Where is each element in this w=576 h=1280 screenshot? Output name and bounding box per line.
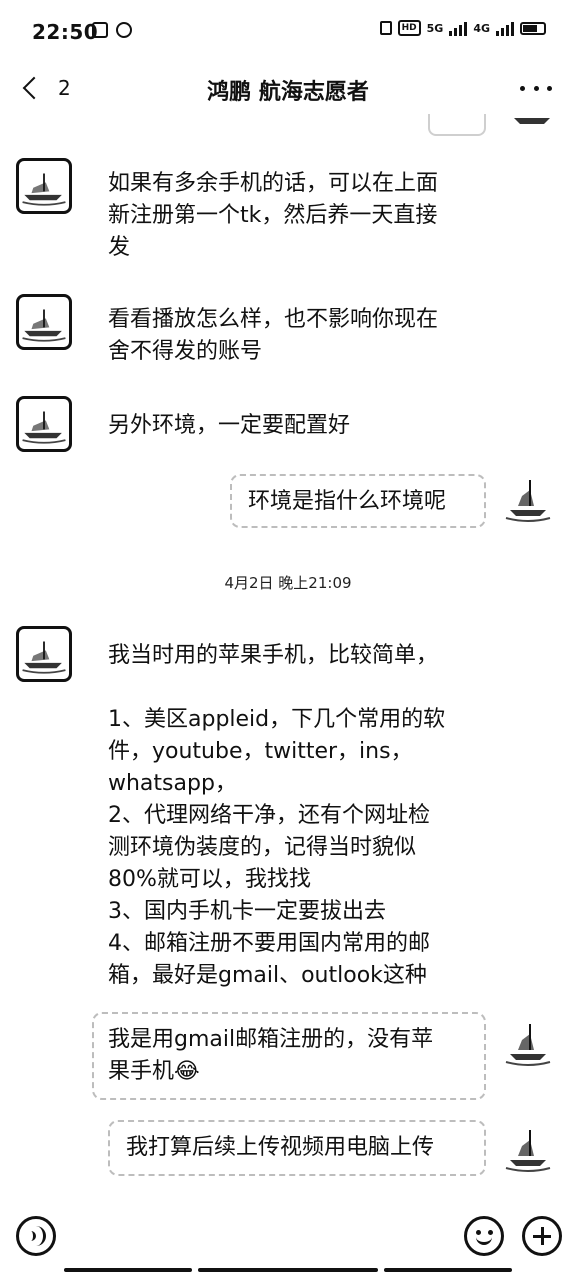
plus-button[interactable] [522, 1216, 562, 1256]
contact-avatar[interactable] [16, 626, 72, 682]
app-notification-icon [116, 22, 132, 38]
emoji-button[interactable] [464, 1216, 504, 1256]
more-dots-icon [520, 85, 525, 91]
message-text: 看看播放怎么样，也不影响你现在 舍不得发的账号 [108, 307, 439, 364]
signal-icon [449, 20, 468, 36]
home-indicator [64, 1268, 192, 1272]
message-text: 我打算后续上传视频用电脑上传 [126, 1135, 435, 1160]
net-4g-label: 4G [473, 21, 490, 35]
my-avatar[interactable] [500, 470, 556, 526]
message-bubble-out[interactable]: 环境是指什么环境呢 [230, 474, 486, 528]
my-avatar[interactable] [500, 1014, 556, 1070]
chat-title: 鸿鹏 航海志愿者 [207, 80, 369, 105]
chat-area[interactable]: 如果有多余手机的话，可以在上面 新注册第一个tk，然后养一天直接 发 看看播放怎… [0, 114, 576, 1206]
boat-avatar [505, 1024, 551, 1066]
status-bar: 22:50 HD 5G 4G [0, 0, 576, 62]
time-divider: 4月2日 晚上21:09 [224, 574, 352, 592]
message-bubble-out[interactable]: 我打算后续上传视频用电脑上传 [108, 1120, 486, 1176]
my-avatar[interactable] [504, 114, 560, 134]
contact-avatar[interactable] [16, 294, 72, 350]
contact-avatar[interactable] [16, 158, 72, 214]
voice-button[interactable] [16, 1216, 56, 1256]
vibrate-icon [379, 21, 392, 35]
net-5g-label: 5G [426, 21, 444, 35]
message-text: 另外环境，一定要配置好 [108, 413, 351, 438]
nav-bar: 2 鸿鹏 航海志愿者 [0, 62, 576, 114]
contact-avatar[interactable] [16, 396, 72, 452]
message-text: 我是用gmail邮箱注册的，没有苹 果手机😂 [108, 1027, 434, 1084]
emoji-mouth [476, 1235, 492, 1245]
message-text: 我当时用的苹果手机，比较简单， 1、美区appleid，下几个常用的软 件，yo… [108, 643, 446, 988]
hd-icon: HD [397, 20, 421, 36]
boat-avatar [22, 641, 66, 674]
more-dot [547, 85, 552, 91]
battery-icon [520, 21, 546, 35]
home-indicator [198, 1268, 378, 1272]
status-time: 22:50 [32, 20, 99, 44]
message-bubble-partial [428, 114, 486, 136]
boat-avatar [505, 1130, 551, 1172]
boat-avatar [22, 309, 66, 342]
my-avatar[interactable] [500, 1120, 556, 1176]
more-button[interactable] [520, 74, 552, 102]
status-indicators: HD 5G 4G [379, 20, 546, 36]
signal-icon-2 [496, 20, 514, 36]
message-bubble-out[interactable]: 我是用gmail邮箱注册的，没有苹 果手机😂 [92, 1012, 486, 1100]
notification-icon [92, 22, 108, 38]
message-text: 环境是指什么环境呢 [248, 489, 447, 514]
input-bar [0, 1206, 576, 1280]
more-dot [533, 85, 539, 91]
message-text: 如果有多余手机的话，可以在上面 新注册第一个tk，然后养一天直接 发 [108, 171, 439, 260]
boat-avatar [505, 480, 551, 522]
message-input[interactable] [72, 1212, 452, 1260]
home-indicator [384, 1268, 512, 1272]
boat-avatar [514, 118, 550, 124]
boat-avatar [22, 173, 66, 206]
boat-avatar [22, 411, 66, 444]
